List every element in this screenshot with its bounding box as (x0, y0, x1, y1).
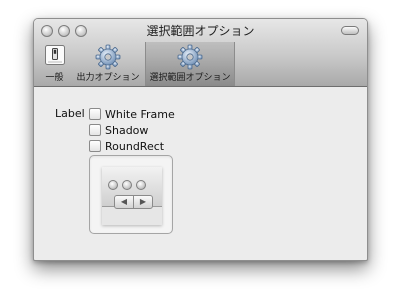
preview-close-dot (108, 180, 118, 190)
preview-window-thumbnail: ◀ ▶ (102, 167, 162, 225)
options-pane: Label White Frame Shadow RoundRect ◀ ▶ (34, 88, 367, 260)
preview-minimize-dot (122, 180, 132, 190)
white-frame-checkbox[interactable] (89, 108, 101, 120)
window-title: 選択範囲オプション (146, 24, 255, 38)
forward-arrow-icon: ▶ (133, 195, 153, 209)
shadow-checkbox[interactable] (89, 124, 101, 136)
selection-preview: ◀ ▶ (89, 155, 173, 234)
toolbar-toggle-button[interactable] (341, 26, 359, 35)
preview-toolbar: ◀ ▶ (102, 167, 162, 209)
checkbox-label: White Frame (105, 107, 175, 121)
back-arrow-icon: ◀ (114, 195, 134, 209)
roundrect-option[interactable]: RoundRect (89, 139, 164, 153)
white-frame-option[interactable]: White Frame (89, 107, 175, 121)
options-label: Label (55, 107, 85, 120)
shadow-option[interactable]: Shadow (89, 123, 148, 137)
toolbar-item-label: 一般 (45, 73, 64, 83)
gear-icon (177, 44, 203, 70)
checkbox-label: Shadow (105, 123, 149, 137)
toolbar-item-output-options[interactable]: 出力オプション (74, 42, 142, 86)
checkbox-label: RoundRect (105, 139, 165, 153)
switch-icon (44, 45, 65, 65)
toolbar-item-selection-options[interactable]: 選択範囲オプション (145, 42, 235, 86)
toolbar-item-general[interactable]: 一般 (38, 42, 71, 86)
preferences-window: 選択範囲オプション 一般 出力オプション 選択範囲オプション Label Whi… (33, 18, 368, 261)
gear-icon (95, 44, 121, 70)
toolbar-item-label: 出力オプション (76, 73, 140, 83)
toolbar: 選択範囲オプション 一般 出力オプション 選択範囲オプション (34, 19, 367, 87)
preview-zoom-dot (136, 180, 146, 190)
roundrect-checkbox[interactable] (89, 140, 101, 152)
toolbar-item-label: 選択範囲オプション (149, 73, 231, 83)
